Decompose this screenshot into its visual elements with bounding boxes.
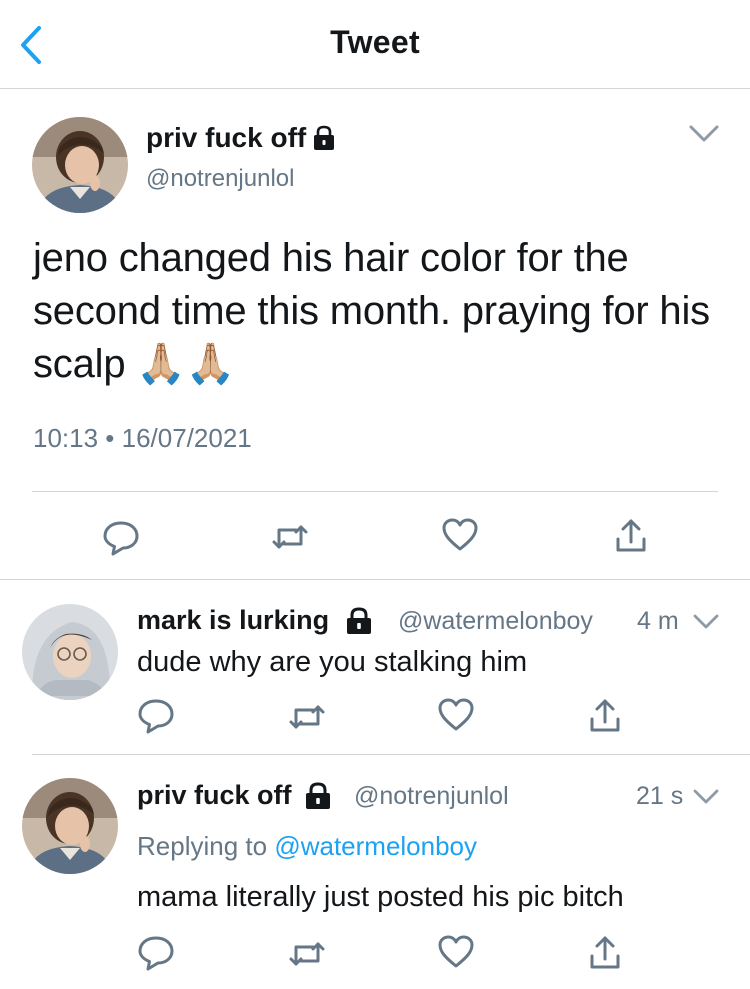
mention-link[interactable]: @watermelonboy	[274, 831, 477, 861]
tweet-timestamp: 10:13 • 16/07/2021	[33, 423, 252, 453]
heart-icon	[442, 518, 478, 551]
divider	[32, 491, 718, 492]
separator	[32, 754, 750, 755]
speech-bubble-icon	[138, 699, 174, 734]
handle[interactable]: @notrenjunlol	[146, 165, 294, 193]
handle[interactable]: @watermelonboy	[398, 607, 593, 636]
like-button[interactable]	[440, 515, 480, 555]
share-button[interactable]	[585, 933, 625, 973]
reply-button[interactable]	[136, 932, 176, 972]
chevron-down-icon	[693, 614, 719, 629]
chevron-down-icon	[693, 789, 719, 804]
retweet-icon	[289, 705, 325, 729]
chevron-down-icon	[689, 125, 719, 142]
retweet-button[interactable]	[287, 697, 327, 737]
avatar[interactable]	[22, 778, 118, 874]
lock-icon	[345, 606, 373, 635]
avatar-photo	[32, 117, 128, 213]
lock-icon	[312, 125, 336, 151]
replying-to-label: Replying to	[137, 831, 268, 861]
retweet-button[interactable]	[287, 934, 327, 974]
avatar[interactable]	[32, 117, 128, 213]
tweet-menu-button[interactable]	[690, 783, 722, 811]
tweet-menu-button[interactable]	[684, 118, 724, 148]
share-icon	[590, 936, 620, 969]
lock-icon	[304, 781, 332, 810]
reply-time-text: 4 m	[637, 607, 679, 635]
tweet-menu-button[interactable]	[690, 608, 722, 636]
avatar[interactable]	[22, 604, 118, 700]
reply-button[interactable]	[101, 517, 141, 557]
share-button[interactable]	[585, 696, 625, 736]
tweet-text: jeno changed his hair color for the seco…	[33, 236, 710, 386]
share-icon	[616, 519, 646, 552]
reply-time: 21 s	[636, 782, 683, 811]
reply-text: dude why are you stalking him	[137, 646, 528, 678]
display-name-text: priv fuck off	[146, 122, 307, 153]
separator	[0, 579, 750, 580]
reply-time-text: 21 s	[636, 782, 684, 810]
heart-icon	[438, 935, 474, 968]
avatar-photo	[22, 604, 118, 700]
reply-button[interactable]	[136, 695, 176, 735]
replying-to: Replying to @watermelonboy	[137, 831, 477, 862]
share-button[interactable]	[611, 516, 651, 556]
retweet-button[interactable]	[270, 517, 310, 557]
display-name-text: mark is lurking	[137, 605, 330, 635]
display-name[interactable]: priv fuck off	[137, 780, 332, 811]
share-icon	[590, 699, 620, 732]
display-name-text: priv fuck off	[137, 780, 292, 810]
speech-bubble-icon	[138, 936, 174, 971]
retweet-icon	[289, 942, 325, 966]
heart-icon	[438, 698, 474, 731]
reply-text: mama literally just posted his pic bitch	[137, 881, 624, 913]
retweet-icon	[272, 525, 308, 549]
handle[interactable]: @notrenjunlol	[354, 782, 509, 811]
display-name[interactable]: priv fuck off	[146, 122, 336, 154]
like-button[interactable]	[436, 695, 476, 735]
like-button[interactable]	[436, 932, 476, 972]
speech-bubble-icon	[103, 521, 139, 556]
avatar-photo	[22, 778, 118, 874]
display-name[interactable]: mark is lurking	[137, 605, 373, 636]
page-title: Tweet	[330, 24, 420, 60]
reply-time: 4 m	[637, 607, 679, 636]
